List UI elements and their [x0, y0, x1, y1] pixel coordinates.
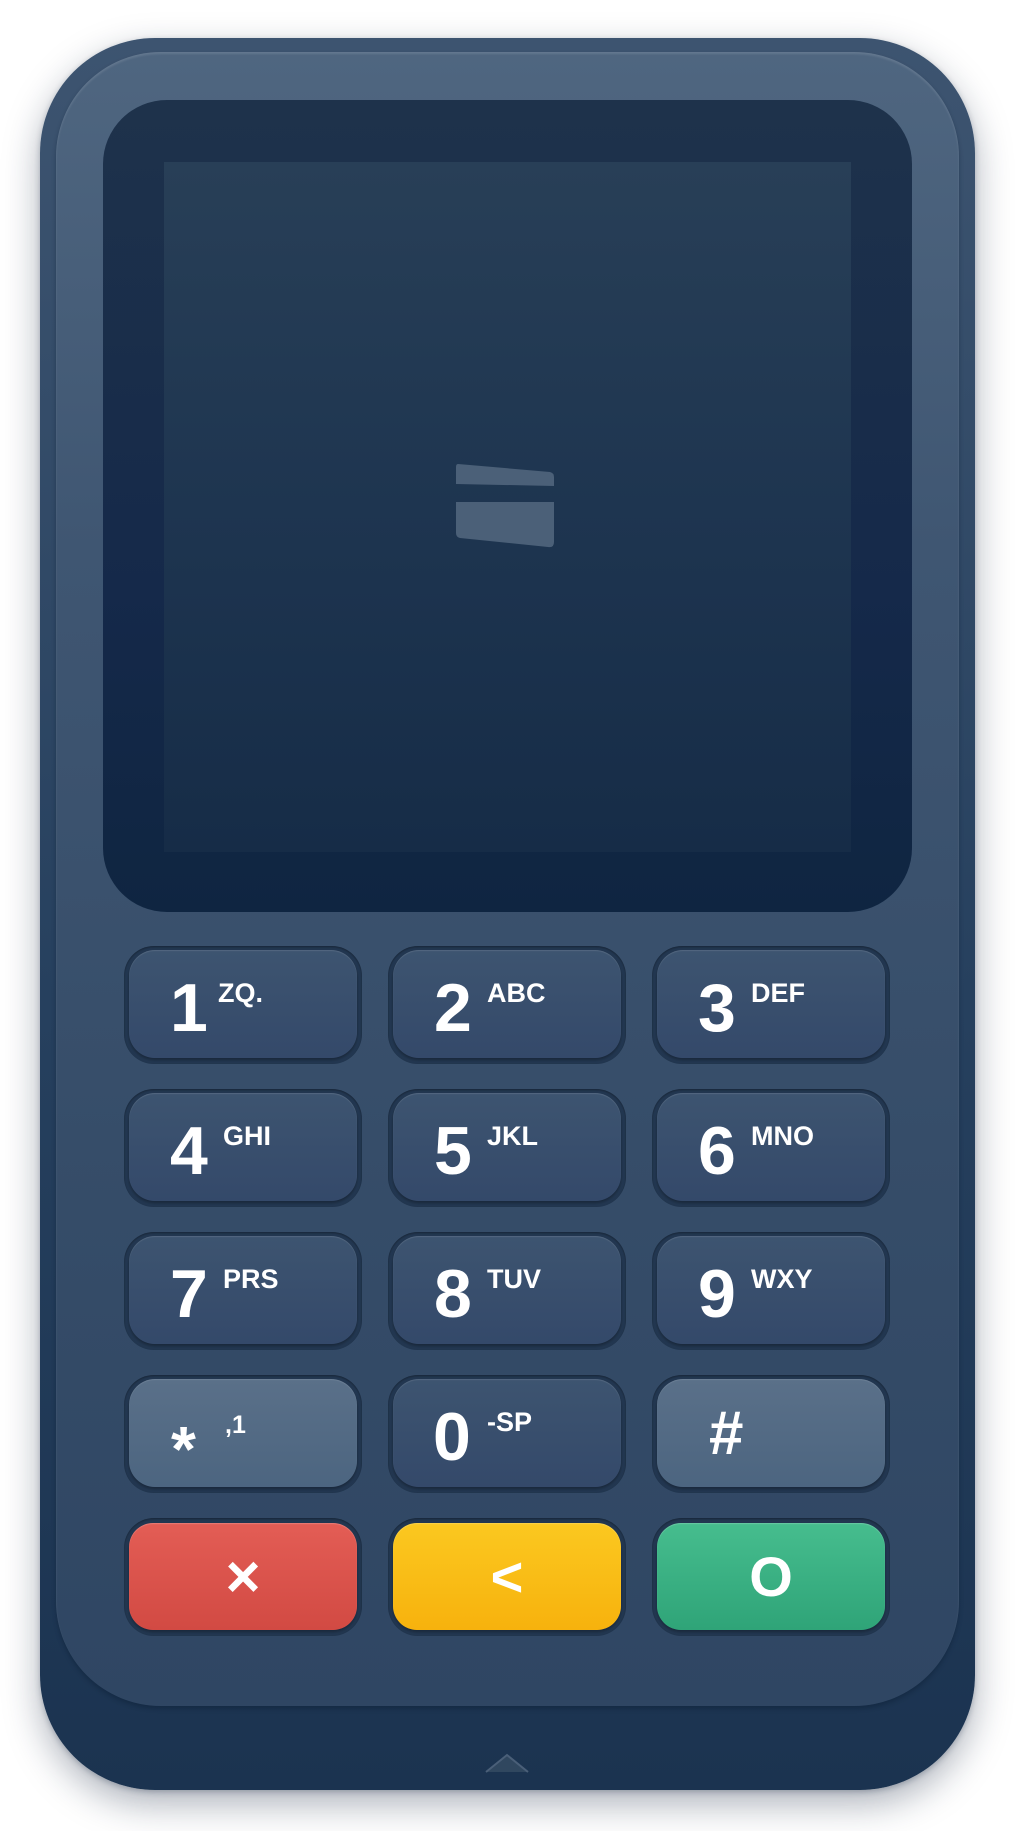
key-8-well: 8 TUV	[388, 1232, 626, 1350]
enter-button[interactable]: O	[657, 1523, 885, 1630]
key-letters: JKL	[487, 1121, 539, 1151]
clear-key-well: <	[388, 1518, 626, 1636]
key-1-well: 1 ZQ.	[124, 946, 362, 1064]
backspace-icon: <	[490, 1544, 524, 1608]
key-hash[interactable]: #	[657, 1379, 885, 1487]
key-2-well: 2 ABC	[388, 946, 626, 1064]
key-digit: 3	[698, 970, 736, 1046]
key-digit: 4	[170, 1113, 208, 1189]
key-letters: ,1	[225, 1411, 246, 1439]
key-letters: ZQ.	[218, 978, 263, 1008]
key-letters: MNO	[751, 1121, 814, 1151]
key-0-well: 0 -SP	[388, 1375, 626, 1493]
key-letters: GHI	[223, 1121, 272, 1151]
key-5[interactable]: 5 JKL	[393, 1093, 621, 1201]
key-digit: 5	[434, 1113, 472, 1189]
key-star[interactable]: * ,1	[129, 1379, 357, 1487]
key-3-well: 3 DEF	[652, 946, 890, 1064]
key-letters: PRS	[223, 1264, 279, 1294]
key-7[interactable]: 7 PRS	[129, 1236, 357, 1344]
chevron-up-icon	[485, 1753, 529, 1773]
key-1[interactable]: 1 ZQ.	[129, 950, 357, 1058]
key-6[interactable]: 6 MNO	[657, 1093, 885, 1201]
key-9-well: 9 WXY	[652, 1232, 890, 1350]
key-9[interactable]: 9 WXY	[657, 1236, 885, 1344]
key-4[interactable]: 4 GHI	[129, 1093, 357, 1201]
key-star-well: * ,1	[124, 1375, 362, 1493]
key-7-well: 7 PRS	[124, 1232, 362, 1350]
key-letters: -SP	[487, 1407, 533, 1437]
cancel-key-well: ×	[124, 1518, 362, 1636]
key-digit: 1	[170, 970, 208, 1046]
close-icon: ×	[225, 1542, 261, 1610]
key-6-well: 6 MNO	[652, 1089, 890, 1207]
confirm-icon: O	[749, 1544, 793, 1608]
key-digit: 0	[433, 1399, 471, 1475]
key-digit: 2	[434, 970, 472, 1046]
key-5-well: 5 JKL	[388, 1089, 626, 1207]
key-4-well: 4 GHI	[124, 1089, 362, 1207]
enter-key-well: O	[652, 1518, 890, 1636]
key-letters: TUV	[487, 1264, 541, 1294]
key-digit: #	[709, 1399, 743, 1468]
card-icon	[456, 464, 554, 548]
key-letters: WXY	[751, 1264, 813, 1294]
key-digit: 6	[698, 1113, 736, 1189]
key-digit: 9	[698, 1256, 736, 1332]
key-digit: 8	[434, 1256, 472, 1332]
key-0[interactable]: 0 -SP	[393, 1379, 621, 1487]
key-digit: 7	[170, 1256, 208, 1332]
key-hash-well: #	[652, 1375, 890, 1493]
cancel-button[interactable]: ×	[129, 1523, 357, 1630]
key-letters: DEF	[751, 978, 805, 1008]
key-8[interactable]: 8 TUV	[393, 1236, 621, 1344]
clear-button[interactable]: <	[393, 1523, 621, 1630]
key-digit: *	[171, 1413, 196, 1485]
key-letters: ABC	[487, 978, 546, 1008]
key-3[interactable]: 3 DEF	[657, 950, 885, 1058]
key-2[interactable]: 2 ABC	[393, 950, 621, 1058]
